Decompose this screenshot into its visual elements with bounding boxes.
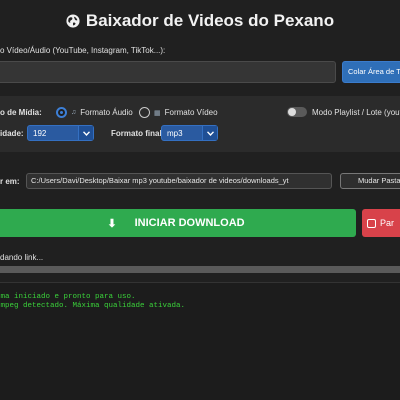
progress-bar bbox=[0, 266, 400, 273]
radio-video-label: Formato Vídeo bbox=[164, 108, 218, 117]
format-label: Formato final: bbox=[111, 129, 165, 138]
start-download-label: INICIAR DOWNLOAD bbox=[134, 217, 245, 229]
url-input[interactable] bbox=[0, 61, 336, 83]
paste-clipboard-button[interactable]: Colar Área de Tra bbox=[342, 61, 400, 83]
globe-icon bbox=[66, 14, 80, 28]
media-type-label: o de Mídia: bbox=[0, 108, 42, 117]
log-console: ema iniciado e pronto para uso. fmpeg de… bbox=[0, 282, 400, 400]
pause-button[interactable]: Par bbox=[362, 209, 400, 237]
app-title: Baixador de Videos do Pexano bbox=[85, 11, 335, 30]
log-line: fmpeg detectado. Máxima qualidade ativad… bbox=[0, 302, 186, 310]
quality-select[interactable]: 192 bbox=[27, 125, 94, 141]
radio-video[interactable]: ▦ Formato Vídeo bbox=[139, 107, 218, 118]
quality-value: 192 bbox=[33, 128, 47, 138]
options-panel bbox=[0, 96, 400, 152]
progress-fill bbox=[0, 266, 400, 273]
radio-audio-indicator[interactable] bbox=[56, 107, 67, 118]
header: Baixador de Videos do Pexano bbox=[0, 8, 400, 34]
radio-audio[interactable]: ♫ Formato Áudio bbox=[56, 107, 133, 118]
change-folder-button[interactable]: Mudar Pasta bbox=[340, 173, 400, 189]
status-text: dando link... bbox=[0, 253, 44, 262]
film-icon: ▦ bbox=[154, 109, 161, 117]
start-download-button[interactable]: ⬇ INICIAR DOWNLOAD bbox=[0, 209, 356, 237]
music-icon: ♫ bbox=[71, 109, 77, 116]
quality-label: idade: bbox=[0, 129, 24, 138]
radio-audio-label: Formato Áudio bbox=[80, 108, 133, 117]
format-value: mp3 bbox=[167, 128, 183, 138]
pause-label: Par bbox=[380, 218, 395, 228]
stop-icon bbox=[367, 218, 376, 228]
format-select[interactable]: mp3 bbox=[161, 125, 218, 141]
playlist-label: Modo Playlist / Lote (youtub bbox=[312, 107, 400, 117]
download-icon: ⬇ bbox=[107, 217, 117, 230]
playlist-toggle[interactable] bbox=[287, 107, 307, 117]
chevron-down-icon bbox=[202, 126, 217, 140]
log-line: ema iniciado e pronto para uso. bbox=[0, 293, 136, 301]
radio-video-indicator[interactable] bbox=[139, 107, 150, 118]
chevron-down-icon bbox=[78, 126, 93, 140]
playlist-toggle-group[interactable]: Modo Playlist / Lote (youtub bbox=[287, 107, 400, 117]
url-label: o Vídeo/Áudio (YouTube, Instagram, TikTo… bbox=[0, 46, 166, 55]
save-path-field[interactable]: C:/Users/Davi/Desktop/Baixar mp3 youtube… bbox=[26, 173, 332, 189]
save-label: r em: bbox=[0, 177, 20, 186]
